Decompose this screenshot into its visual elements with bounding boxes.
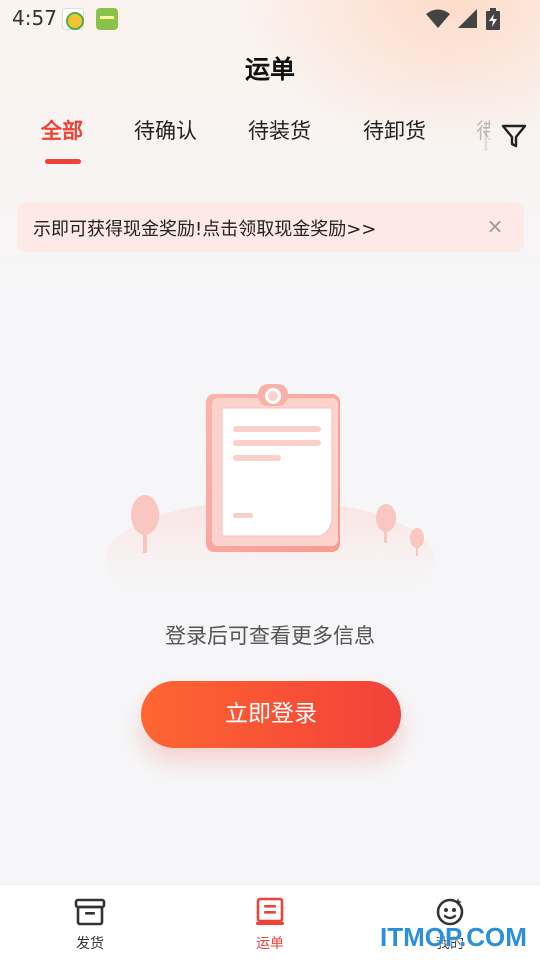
nav-label-ship: 发货 — [76, 936, 104, 952]
tab-pending-confirm[interactable]: 待确认 — [134, 115, 197, 145]
tab-active-indicator — [45, 159, 81, 164]
tab-pending-loading[interactable]: 待装货 — [248, 115, 311, 145]
banner-text[interactable]: 示即可获得现金奖励!点击领取现金奖励>> — [33, 215, 376, 241]
nav-label-waybill: 运单 — [256, 936, 284, 952]
wifi-icon — [426, 9, 450, 28]
promo-banner[interactable]: 示即可获得现金奖励!点击领取现金奖励>> × — [17, 202, 524, 252]
signal-icon — [458, 9, 477, 28]
system-icons — [426, 8, 500, 30]
watermark: ITMOP.COM — [380, 922, 527, 952]
status-time: 4:57 — [12, 6, 57, 30]
empty-clipboard-illustration — [105, 384, 435, 590]
waybill-screen: 4:57 运单 全部 待确认 待装货 待卸货 待 示即可获得现金奖励!点击领取现… — [0, 0, 540, 960]
tab-bar: 全部 待确认 待装货 待卸货 待 — [0, 115, 540, 165]
tab-divider — [484, 121, 487, 151]
page-title: 运单 — [244, 55, 295, 84]
nav-item-ship[interactable]: 发货 — [0, 885, 180, 960]
waybill-icon — [256, 897, 284, 925]
login-button[interactable]: 立即登录 — [141, 681, 401, 748]
empty-state-message: 登录后可查看更多信息 — [165, 624, 375, 648]
tab-overflow[interactable]: 待 — [476, 115, 490, 155]
app-badge-icon — [62, 8, 84, 30]
banner-close-icon[interactable]: × — [484, 212, 506, 240]
filter-icon[interactable] — [500, 122, 528, 150]
nav-item-waybill[interactable]: 运单 — [180, 885, 360, 960]
app-badge-icon — [96, 8, 118, 30]
tab-all[interactable]: 全部 — [41, 115, 83, 145]
tab-pending-unloading[interactable]: 待卸货 — [363, 115, 426, 145]
box-icon — [74, 898, 106, 926]
status-bar: 4:57 — [0, 0, 540, 36]
battery-charging-icon — [486, 8, 500, 30]
